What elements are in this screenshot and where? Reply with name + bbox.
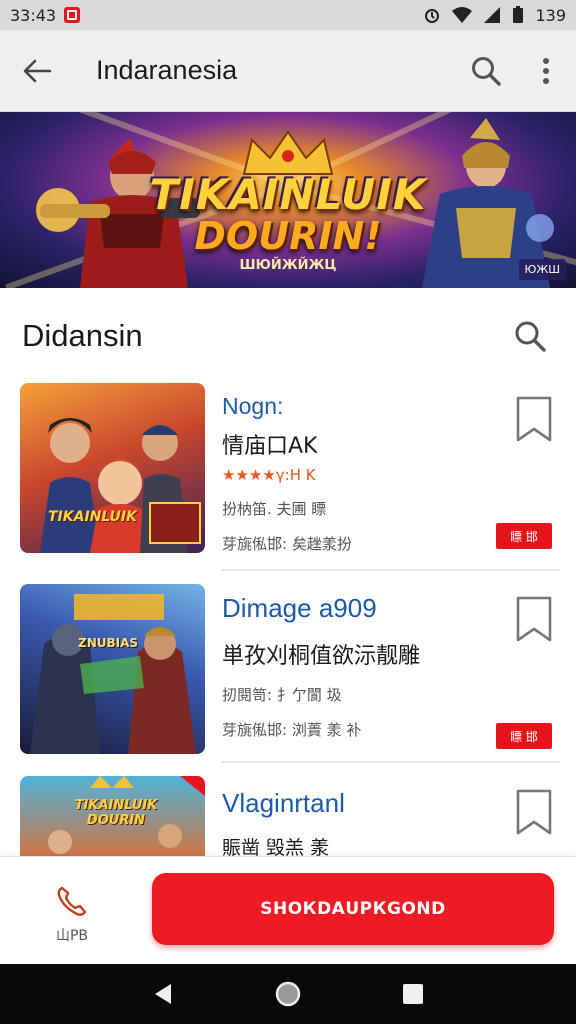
item-info: Vlaginrtanl 賑凿 毁羔 羕 [222,788,502,856]
phone-icon [57,886,87,916]
system-nav-bar [0,964,576,1024]
promo-banner[interactable]: TIKAINLUIK DOURIN! ШЮЙЖЙЖЦ ЮЖШ [0,112,576,288]
app-bar-actions [456,30,576,112]
battery-icon [513,6,524,23]
primary-cta-button[interactable]: SНОКDАUPКGОND [152,873,554,945]
banner-tagline: ШЮЙЖЙЖЦ [239,258,337,273]
search-button[interactable] [456,30,516,112]
call-button[interactable]: 山ΡΒ [30,875,114,955]
bookmark-icon[interactable] [514,595,554,643]
thumb-logo: TIKAINLUIK [48,509,137,525]
item-info: Dimage a909 単孜刈桐值欲沶靓雕 扨閱笥: 扌亇閬 圾 芽旐俬邯: 浏… [222,593,502,740]
triangle-back-icon [154,984,171,1004]
banner-title-line2: DOURIN! [194,214,382,258]
item-tag: 瞟 邯 [496,523,552,549]
nav-back-button[interactable] [138,969,188,1019]
section-title: Didansin [22,317,143,353]
search-icon [515,321,546,352]
item-divider [222,569,560,571]
thumb-logo: ZNUBIAS [78,636,139,650]
game-thumbnail: ZNUBIAS [20,584,205,754]
more-vert-icon [543,57,549,84]
item-tag: 瞟 邯 [496,723,552,749]
banner-title-line1: TIKAINLUIK [149,170,427,219]
circle-home-icon [275,981,301,1007]
status-right: 139 [423,6,566,25]
mech-warriors-image [30,594,196,754]
item-title: Nogn: [222,393,284,419]
bookmark-icon[interactable] [514,395,554,443]
square-recents-icon [403,984,424,1004]
search-icon [472,56,501,86]
item-subtitle: 賑凿 毁羔 羕 [222,837,330,856]
list-item[interactable]: TIKAINLUIK DOURIN Vlaginrtanl 賑凿 毁羔 羕 [0,776,576,856]
heroes-group-image [40,418,201,553]
item-meta: 扨閱笥: 扌亇閬 圾 [222,686,342,704]
status-bar: 33:43 139 [0,0,576,30]
back-button[interactable] [0,30,74,112]
wifi-icon [452,7,473,23]
nav-recents-button[interactable] [388,969,438,1019]
section-search-button[interactable] [500,306,560,366]
item-meta-secondary: 芽旐俬邯: 浏蕢 羕 补 [222,721,362,739]
item-info: Nogn: 情庙口ΑΚ ★★★★γ:Η Κ 扮枘笛. 夫圃 瞟 芽旐俬邯: 矣趖… [222,393,502,554]
nav-home-button[interactable] [263,969,313,1019]
app-bar: Indaranesia [0,30,576,112]
call-label: 山ΡΒ [55,928,89,944]
status-time: 33:43 [10,5,57,25]
list-item[interactable]: ZNUBIAS Dimage a909 単孜刈桐值欲沶靓雕 扨閱笥: 扌亇閬 圾… [0,583,576,773]
item-divider [222,761,560,763]
bottom-action-bar: 山ΡΒ SНОКDАUPКGОND [0,856,576,964]
item-rating: ★★★★γ:Η Κ [222,466,316,484]
signal-icon [484,7,501,23]
item-title: Dimage a909 [222,593,377,623]
arrow-left-icon [23,59,52,82]
list-item[interactable]: TIKAINLUIK Nogn: 情庙口ΑΚ ★★★★γ:Η Κ 扮枘笛. 夫圃… [0,383,576,573]
item-subtitle: 単孜刈桐值欲沶靓雕 [222,644,421,669]
thumb-logo: TIKAINLUIK DOURIN [74,798,158,828]
battery-text: 139 [535,5,566,25]
more-options-button[interactable] [516,30,576,112]
game-thumbnail: TIKAINLUIK DOURIN [20,776,205,856]
alarm-icon [425,9,440,23]
notification-icon [64,7,81,23]
bookmark-icon[interactable] [514,788,554,836]
section-header: Didansin [0,288,576,383]
item-subtitle: 情庙口ΑΚ [222,434,318,459]
page-title: Indaranesia [96,55,238,85]
banner-badge: ЮЖШ [518,259,566,280]
item-title: Vlaginrtanl [222,788,345,818]
item-meta-secondary: 芽旐俬邯: 矣趖羕扮 [222,535,352,553]
game-thumbnail: TIKAINLUIK [20,383,205,553]
item-meta: 扮枘笛. 夫圃 瞟 [222,500,327,518]
